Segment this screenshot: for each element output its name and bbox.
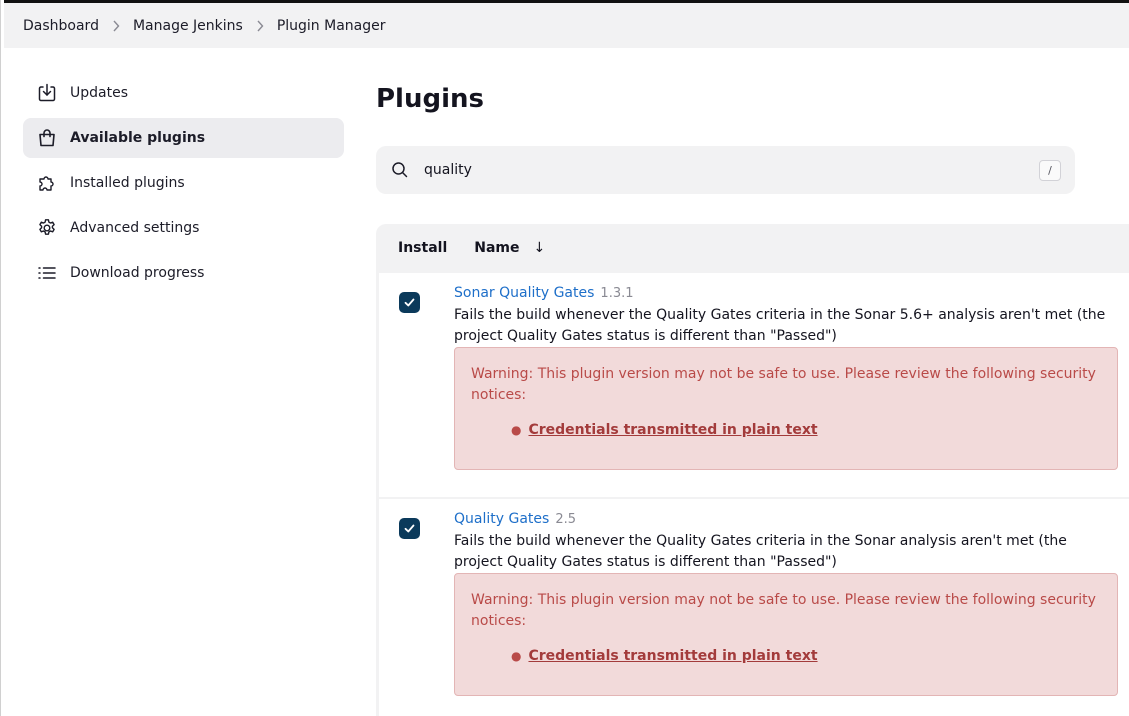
security-notice-list: ● Credentials transmitted in plain text (471, 646, 1101, 667)
breadcrumb-manage-jenkins[interactable]: Manage Jenkins (133, 18, 243, 34)
column-header-name[interactable]: Name (474, 240, 519, 256)
breadcrumb-plugin-manager[interactable]: Plugin Manager (277, 18, 386, 34)
plugin-description: Fails the build whenever the Quality Gat… (454, 533, 1067, 570)
table-row: Quality Gates 2.5 Fails the build wheneve… (379, 499, 1129, 716)
shopping-bag-icon (36, 127, 58, 149)
sidebar-item-download-progress[interactable]: Download progress (23, 253, 344, 293)
gear-icon (36, 217, 58, 239)
checkmark-icon (404, 524, 415, 533)
plugin-version: 1.3.1 (600, 286, 634, 301)
sidebar-item-advanced-settings[interactable]: Advanced settings (23, 208, 344, 248)
plugins-table: Install Name ↓ Sonar Quality Gates 1.3.1 … (376, 224, 1129, 716)
window-left-border (0, 0, 4, 716)
sidebar-item-label: Available plugins (70, 130, 206, 146)
sidebar: Updates Available plugins Installed plug… (23, 73, 344, 298)
list-icon (36, 262, 58, 284)
install-checkbox[interactable] (399, 292, 420, 313)
plugin-name-link[interactable]: Quality Gates (454, 511, 549, 527)
sidebar-item-label: Advanced settings (70, 220, 200, 236)
search-box[interactable]: / (376, 146, 1075, 194)
chevron-right-icon (112, 20, 120, 32)
security-notice-link[interactable]: Credentials transmitted in plain text (528, 646, 817, 667)
sidebar-item-available-plugins[interactable]: Available plugins (23, 118, 344, 158)
security-notice-link[interactable]: Credentials transmitted in plain text (528, 420, 817, 441)
sidebar-item-label: Updates (70, 85, 128, 101)
plugin-details: Sonar Quality Gates 1.3.1 Fails the build… (454, 285, 1118, 470)
bullet-icon: ● (511, 423, 522, 437)
puzzle-icon (36, 172, 58, 194)
install-checkbox[interactable] (399, 518, 420, 539)
checkmark-icon (404, 298, 415, 307)
security-warning: Warning: This plugin version may not be … (454, 573, 1118, 696)
column-header-install: Install (398, 240, 448, 256)
sidebar-item-updates[interactable]: Updates (23, 73, 344, 113)
download-icon (36, 82, 58, 104)
search-icon (390, 160, 410, 180)
plugin-details: Quality Gates 2.5 Fails the build wheneve… (454, 511, 1118, 696)
plugin-title-line: Quality Gates 2.5 (454, 511, 1118, 528)
keyboard-shortcut-hint: / (1039, 160, 1061, 181)
security-notice-list: ● Credentials transmitted in plain text (471, 420, 1101, 441)
sidebar-item-label: Installed plugins (70, 175, 185, 191)
search-input[interactable] (424, 162, 1004, 178)
breadcrumb-dashboard[interactable]: Dashboard (23, 18, 99, 34)
sort-arrow-icon[interactable]: ↓ (534, 240, 546, 256)
sidebar-item-installed-plugins[interactable]: Installed plugins (23, 163, 344, 203)
chevron-right-icon (256, 20, 264, 32)
warning-text: Warning: This plugin version may not be … (471, 366, 1096, 403)
security-warning: Warning: This plugin version may not be … (454, 347, 1118, 470)
plugin-name-link[interactable]: Sonar Quality Gates (454, 285, 594, 301)
table-header: Install Name ↓ (376, 224, 1129, 272)
page-title: Plugins (376, 84, 484, 114)
warning-text: Warning: This plugin version may not be … (471, 592, 1096, 629)
plugin-description: Fails the build whenever the Quality Gat… (454, 307, 1106, 344)
list-item: ● Credentials transmitted in plain text (511, 646, 1101, 667)
plugin-version: 2.5 (555, 512, 576, 527)
breadcrumb: Dashboard Manage Jenkins Plugin Manager (4, 3, 1129, 48)
bullet-icon: ● (511, 649, 522, 663)
plugin-title-line: Sonar Quality Gates 1.3.1 (454, 285, 1118, 302)
sidebar-item-label: Download progress (70, 265, 205, 281)
table-row: Sonar Quality Gates 1.3.1 Fails the build… (379, 273, 1129, 497)
list-item: ● Credentials transmitted in plain text (511, 420, 1101, 441)
